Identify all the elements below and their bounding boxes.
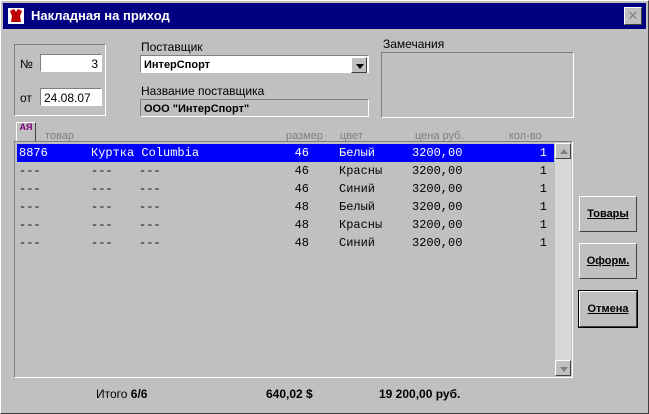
cell-name: --- (91, 218, 113, 232)
cell-code: --- (19, 200, 41, 214)
totals-rub-amount: 19 200,00 руб. (379, 387, 461, 401)
cell-c3: --- (139, 218, 161, 232)
cell-name: --- (91, 164, 113, 178)
number-label: № (20, 57, 33, 71)
cell-name: --- (91, 182, 113, 196)
cell-color: Синий (339, 236, 376, 250)
chevron-down-icon[interactable] (351, 57, 367, 73)
cell-size: 48 (294, 200, 309, 214)
date-field[interactable]: 24.08.07 (40, 88, 102, 106)
table-row[interactable]: --- --- --- 46 Синий 3200,00 1 (17, 180, 554, 198)
table-row[interactable]: --- --- --- 48 Белый 3200,00 1 (17, 198, 554, 216)
cell-price: 3200,00 (412, 218, 463, 232)
cell-price: 3200,00 (412, 164, 463, 178)
window-title: Накладная на приход (31, 8, 170, 23)
window: Накладная на приход ✕ № 3 от 24.08.07 По… (0, 0, 649, 414)
sort-icon[interactable]: АЯ (16, 122, 36, 142)
cell-name: Куртка Columbia (91, 146, 200, 160)
scroll-down-icon[interactable] (555, 360, 571, 376)
cell-qty: 1 (539, 182, 547, 196)
cell-c3: --- (139, 200, 161, 214)
table-row[interactable]: --- --- --- 48 Синий 3200,00 1 (17, 234, 554, 252)
cell-qty: 1 (539, 164, 547, 178)
totals-label-text: Итого (96, 387, 128, 401)
cell-price: 3200,00 (412, 146, 463, 160)
cell-qty: 1 (539, 200, 547, 214)
cell-size: 46 (294, 182, 309, 196)
goods-button[interactable]: Товары (579, 196, 637, 232)
date-label: от (20, 91, 32, 105)
cell-color: Белый (339, 200, 376, 214)
cell-qty: 1 (539, 218, 547, 232)
vertical-scrollbar[interactable] (555, 143, 571, 376)
cancel-button[interactable]: Отмена (578, 290, 638, 328)
supplier-label: Поставщик (141, 40, 203, 54)
cell-code: --- (19, 182, 41, 196)
number-field[interactable]: 3 (40, 54, 102, 72)
cell-price: 3200,00 (412, 182, 463, 196)
cell-code: --- (19, 218, 41, 232)
cell-color: Красны (339, 218, 383, 232)
process-button[interactable]: Оформ. (579, 243, 637, 279)
cell-code: 8876 (19, 146, 48, 160)
cell-c3: --- (139, 236, 161, 250)
app-icon (8, 8, 24, 24)
close-icon[interactable]: ✕ (624, 7, 642, 25)
title-bar: Накладная на приход ✕ (3, 3, 646, 29)
remarks-label: Замечания (383, 37, 445, 51)
table-row[interactable]: --- --- --- 48 Красны 3200,00 1 (17, 216, 554, 234)
totals-usd: 640,02 $ (266, 387, 313, 401)
table-row[interactable]: 8876 Куртка Columbia 46 Белый 3200,00 1 (17, 144, 554, 162)
supplier-name-field: ООО "ИнтерСпорт" (140, 99, 369, 117)
supplier-select-value: ИнтерСпорт (144, 59, 211, 71)
totals-rub: 19 200,00 руб. (379, 387, 460, 401)
cell-size: 48 (294, 218, 309, 232)
supplier-select[interactable]: ИнтерСпорт (140, 55, 369, 73)
cell-size: 48 (294, 236, 309, 250)
scroll-up-icon[interactable] (555, 143, 571, 159)
cell-name: --- (91, 236, 113, 250)
items-table: 8876 Куртка Columbia 46 Белый 3200,00 1 --- ---… (14, 141, 573, 378)
cell-color: Белый (339, 146, 376, 160)
cell-price: 3200,00 (412, 236, 463, 250)
remarks-field[interactable] (381, 52, 574, 118)
cell-size: 46 (294, 164, 309, 178)
cell-qty: 1 (539, 236, 547, 250)
cell-color: Красны (339, 164, 383, 178)
cell-c3: --- (139, 182, 161, 196)
cell-color: Синий (339, 182, 376, 196)
cell-size: 46 (294, 146, 309, 160)
cell-price: 3200,00 (412, 200, 463, 214)
cell-code: --- (19, 164, 41, 178)
cell-name: --- (91, 200, 113, 214)
totals-label: Итого 6/6 (96, 387, 147, 401)
totals-count: 6/6 (130, 387, 148, 401)
supplier-name-label: Название поставщика (141, 84, 265, 98)
cell-c3: --- (139, 164, 161, 178)
cell-qty: 1 (539, 146, 547, 160)
table-row[interactable]: --- --- --- 46 Красны 3200,00 1 (17, 162, 554, 180)
cell-code: --- (19, 236, 41, 250)
